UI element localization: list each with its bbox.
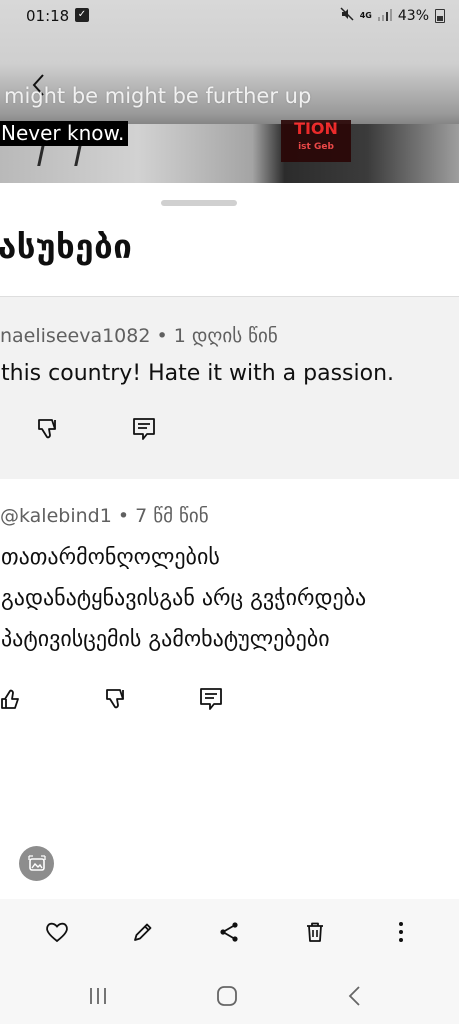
reply-author[interactable]: @kalebind1 bbox=[0, 505, 112, 527]
reply-meta: naeliseeva1082 • 1 დღის წინ bbox=[0, 325, 278, 347]
notification-check-icon: ✓ bbox=[75, 8, 89, 22]
meta-separator: • bbox=[117, 505, 136, 527]
video-caption-upper: might be might be further up bbox=[4, 84, 312, 108]
recent-apps-button[interactable] bbox=[85, 983, 113, 1011]
reply-text: this country! Hate it with a passion. bbox=[1, 361, 395, 386]
reply-button[interactable] bbox=[130, 415, 164, 449]
status-bar: 01:18 ✓ 4G 43% bbox=[0, 0, 459, 32]
sheet-drag-handle[interactable] bbox=[161, 200, 237, 206]
favorite-button[interactable] bbox=[44, 919, 72, 947]
delete-icon bbox=[307, 922, 323, 942]
reply-button[interactable] bbox=[197, 685, 231, 719]
status-time: 01:18 bbox=[26, 7, 70, 25]
back-icon bbox=[348, 986, 360, 1006]
reply-age: 1 დღის წინ bbox=[173, 325, 278, 347]
like-button[interactable] bbox=[0, 685, 32, 719]
recent-apps-icon bbox=[90, 988, 106, 1004]
reply-text-line: პატივისცემის გამოხატულებები bbox=[1, 627, 330, 652]
network-type: 4G bbox=[359, 11, 372, 20]
video-player[interactable]: TION ist Geb 01:18 ✓ 4G 43% might be mig… bbox=[0, 0, 459, 183]
sheet-title: ასუხები bbox=[0, 227, 133, 266]
reply-item[interactable]: @kalebind1 • 7 წმ წინ თათარმონღოლების გა… bbox=[0, 479, 459, 739]
system-nav-bar bbox=[0, 969, 459, 1024]
gallery-toolbar bbox=[0, 899, 459, 969]
reply-age: 7 წმ წინ bbox=[135, 505, 209, 527]
replies-sheet: ასუხები naeliseeva1082 • 1 დღის წინ this… bbox=[0, 183, 459, 899]
heart-icon bbox=[46, 922, 68, 943]
reply-actions bbox=[0, 685, 459, 725]
meta-separator: • bbox=[156, 325, 174, 347]
battery-icon bbox=[435, 9, 445, 23]
video-caption-lower: Never know. bbox=[0, 121, 129, 146]
edit-button[interactable] bbox=[130, 919, 158, 947]
thumbs-down-icon bbox=[38, 419, 56, 439]
screenshot-edit-button[interactable] bbox=[19, 846, 54, 881]
reply-item-highlighted[interactable]: naeliseeva1082 • 1 დღის წინ this country… bbox=[0, 297, 459, 479]
thumbs-up-icon bbox=[1, 689, 19, 709]
sign-text: TION bbox=[294, 120, 338, 138]
back-nav-button[interactable] bbox=[342, 983, 370, 1011]
reply-text-line: თათარმონღოლების bbox=[1, 545, 220, 570]
home-button[interactable] bbox=[214, 983, 242, 1011]
mute-icon bbox=[340, 7, 354, 25]
share-icon bbox=[220, 922, 238, 942]
delete-button[interactable] bbox=[302, 919, 330, 947]
image-edit-icon bbox=[27, 854, 46, 871]
share-button[interactable] bbox=[216, 919, 244, 947]
dislike-button[interactable] bbox=[103, 685, 137, 719]
comment-icon bbox=[133, 418, 155, 440]
reply-actions bbox=[0, 415, 459, 455]
reply-meta: @kalebind1 • 7 წმ წინ bbox=[0, 505, 209, 527]
home-icon bbox=[217, 986, 237, 1006]
more-options-button[interactable] bbox=[388, 919, 416, 947]
battery-percent: 43% bbox=[397, 8, 429, 24]
reply-text-line: გადანატყნავისგან არც გვჭირდება bbox=[1, 586, 367, 611]
reply-author[interactable]: naeliseeva1082 bbox=[0, 325, 150, 347]
comment-icon bbox=[200, 688, 222, 710]
signal-icon bbox=[377, 8, 392, 24]
reply-text: თათარმონღოლების გადანატყნავისგან არც გვჭ… bbox=[1, 537, 366, 660]
video-frame-sign: TION ist Geb bbox=[281, 120, 351, 162]
sign-subtext: ist Geb bbox=[298, 142, 334, 152]
thumbs-down-icon bbox=[106, 689, 124, 709]
more-icon bbox=[399, 922, 403, 942]
edit-icon bbox=[134, 923, 152, 941]
dislike-button[interactable] bbox=[35, 415, 69, 449]
